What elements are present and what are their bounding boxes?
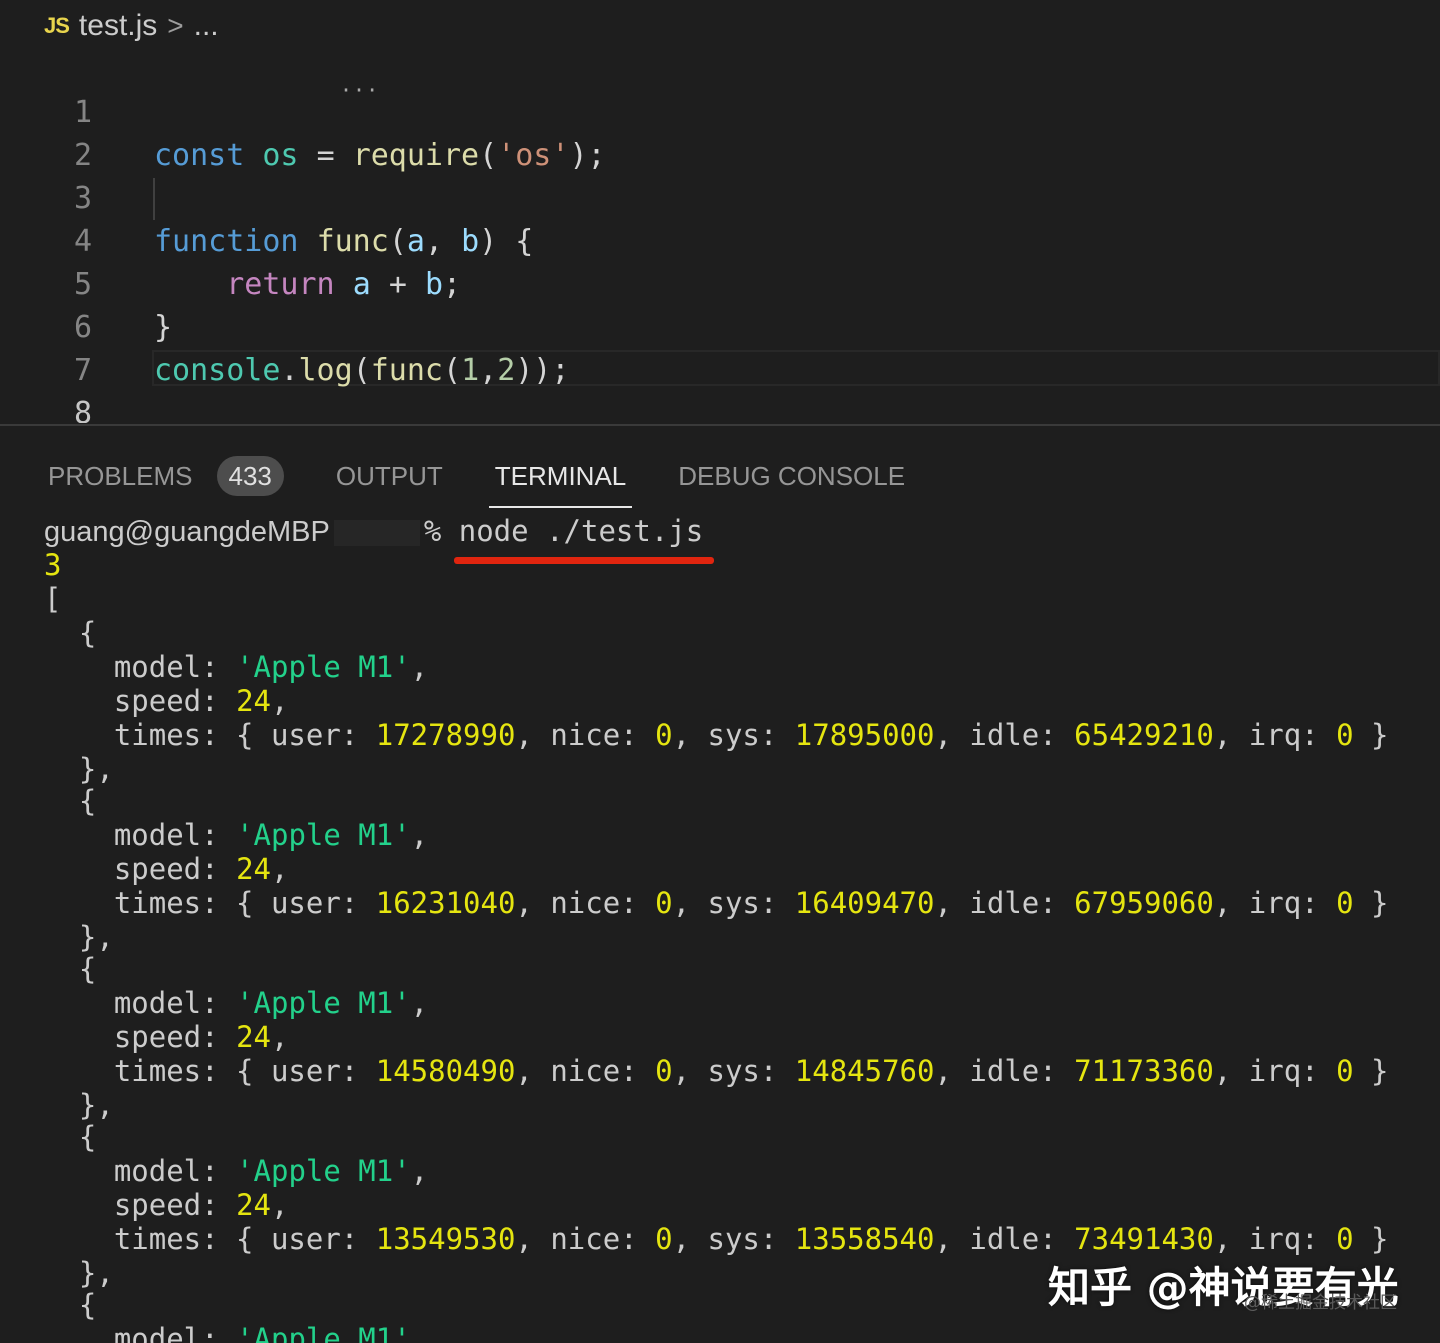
chevron-right-icon: > [167, 10, 184, 41]
problems-count-badge: 433 [216, 456, 284, 496]
panel-tabs: PROBLEMS 433 OUTPUT TERMINAL DEBUG CONSO… [48, 446, 957, 508]
terminal-line: model: 'Apple M1', [44, 1322, 429, 1343]
code-line[interactable]: 2 [0, 91, 1440, 173]
code-line[interactable]: 7 [0, 306, 1440, 388]
terminal-line: 3 [44, 548, 62, 582]
code-line[interactable]: 1 const os = require('os'); [0, 48, 1440, 173]
terminal-line: model: 'Apple M1', [44, 986, 429, 1020]
breadcrumb-more[interactable]: ... [194, 9, 219, 43]
terminal-prompt-line: guang@guangdeMBP% node ./test.js [44, 514, 703, 548]
terminal-line: times: { user: 14580490, nice: 0, sys: 1… [44, 1054, 1389, 1088]
terminal-line: model: 'Apple M1', [44, 650, 429, 684]
tab-label: OUTPUT [335, 460, 443, 491]
code-line[interactable]: 6 console.log(func(1,2)); [0, 263, 1440, 388]
breadcrumb: JS test.js > ... [44, 6, 219, 46]
code-line[interactable]: 3 function func(a, b) { [0, 134, 1440, 259]
code-line-active[interactable]: 8 console.log(os.cpus()); [0, 349, 1440, 423]
terminal-line: speed: 24, [44, 852, 289, 886]
terminal-line: { [44, 1120, 97, 1154]
terminal-line: [ [44, 582, 62, 616]
terminal-line: speed: 24, [44, 684, 289, 718]
terminal-line: { [44, 616, 97, 650]
watermark-subtext: @稀土掘金技术社区 [1244, 1293, 1397, 1313]
terminal-line: }, [44, 1088, 114, 1122]
terminal-line: times: { user: 13549530, nice: 0, sys: 1… [44, 1222, 1389, 1256]
terminal-output[interactable]: guang@guangdeMBP% node ./test.js 3 [ { m… [44, 512, 1440, 1343]
command-annotation-underline [454, 557, 714, 564]
terminal-line: times: { user: 17278990, nice: 0, sys: 1… [44, 718, 1389, 752]
terminal-command: node ./test.js [458, 514, 704, 548]
code-editor[interactable]: 1 const os = require('os'); ··· 2 3 func… [0, 48, 1440, 423]
tab-problems[interactable]: PROBLEMS 433 [48, 446, 284, 506]
tab-label: DEBUG CONSOLE [678, 460, 906, 491]
terminal-line: { [44, 952, 97, 986]
terminal-line: speed: 24, [44, 1020, 289, 1054]
code-line[interactable]: 9 [0, 390, 1440, 423]
terminal-line: }, [44, 1256, 114, 1290]
tab-output[interactable]: OUTPUT [336, 446, 443, 506]
terminal-line: { [44, 784, 97, 818]
redacted-region [333, 520, 420, 546]
javascript-file-icon: JS [44, 13, 70, 38]
terminal-line: { [44, 1288, 97, 1322]
terminal-line: times: { user: 16231040, nice: 0, sys: 1… [44, 886, 1389, 920]
terminal-line: }, [44, 920, 114, 954]
code-line[interactable]: 5 } [0, 220, 1440, 345]
tab-label: TERMINAL [494, 460, 627, 491]
breadcrumb-file[interactable]: test.js [79, 9, 157, 43]
terminal-line: }, [44, 752, 114, 786]
terminal-line: model: 'Apple M1', [44, 1154, 429, 1188]
panel-divider[interactable] [0, 424, 1440, 426]
prompt-user: guang@guangdeMBP [44, 516, 330, 548]
prompt-symbol: % [423, 514, 442, 548]
terminal-line: model: 'Apple M1', [44, 818, 429, 852]
tab-label: PROBLEMS [48, 460, 193, 491]
code-line[interactable]: 4 return a + b; [0, 177, 1440, 302]
terminal-line: speed: 24, [44, 1188, 289, 1222]
tab-debug-console[interactable]: DEBUG CONSOLE [678, 446, 905, 506]
tab-terminal[interactable]: TERMINAL [488, 446, 633, 508]
